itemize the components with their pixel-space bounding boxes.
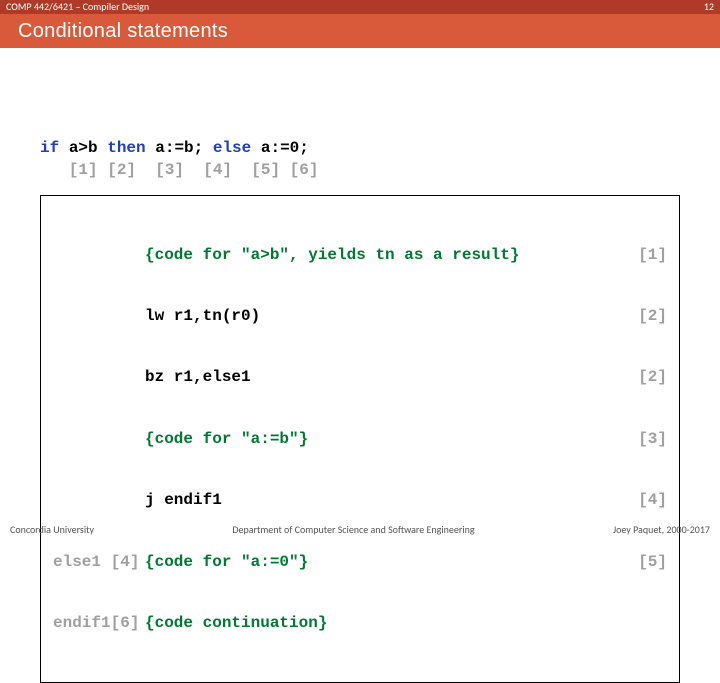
code-label bbox=[53, 306, 145, 326]
course-label: COMP 442/6421 – Compiler Design bbox=[6, 0, 149, 14]
stmt-then: a:=b; bbox=[155, 139, 213, 157]
code-row: else1 [4] {code for "a:=0"} [5] bbox=[53, 552, 667, 572]
kw-if: if bbox=[40, 139, 69, 157]
code-line: {code for "a:=0"} bbox=[145, 552, 627, 572]
code-label: endif1[6] bbox=[53, 613, 145, 633]
code-line: bz r1,else1 bbox=[145, 367, 627, 387]
code-label bbox=[53, 429, 145, 449]
code-ref: [1] bbox=[627, 245, 667, 265]
code-line: j endif1 bbox=[145, 490, 627, 510]
generated-code-box: {code for "a>b", yields tn as a result} … bbox=[40, 195, 680, 683]
code-line: {code for "a>b", yields tn as a result} bbox=[145, 245, 627, 265]
code-label: else1 [4] bbox=[53, 552, 145, 572]
code-ref bbox=[627, 613, 667, 633]
code-line: {code for "a:=b"} bbox=[145, 429, 627, 449]
slide-title: Conditional statements bbox=[18, 20, 228, 43]
expr-cond: a>b bbox=[69, 139, 107, 157]
kw-else: else bbox=[213, 139, 261, 157]
footer-center: Department of Computer Science and Softw… bbox=[232, 523, 474, 536]
code-ref: [2] bbox=[627, 306, 667, 326]
code-line: {code continuation} bbox=[145, 613, 627, 633]
code-row: {code for "a>b", yields tn as a result} … bbox=[53, 245, 667, 265]
code-label bbox=[53, 490, 145, 510]
code-ref: [2] bbox=[627, 367, 667, 387]
footer: Concordia University Department of Compu… bbox=[0, 523, 720, 536]
code-row: j endif1 [4] bbox=[53, 490, 667, 510]
stmt-else: a:=0; bbox=[261, 139, 309, 157]
code-line: lw r1,tn(r0) bbox=[145, 306, 627, 326]
code-row: lw r1,tn(r0) [2] bbox=[53, 306, 667, 326]
slide-title-bar: Conditional statements bbox=[0, 14, 720, 48]
source-statement: if a>b then a:=b; else a:=0; bbox=[40, 138, 680, 159]
footer-left: Concordia University bbox=[10, 523, 94, 536]
code-row: bz r1,else1 [2] bbox=[53, 367, 667, 387]
top-bar: COMP 442/6421 – Compiler Design 12 bbox=[0, 0, 720, 14]
code-ref: [5] bbox=[627, 552, 667, 572]
code-ref: [3] bbox=[627, 429, 667, 449]
code-row: {code for "a:=b"} [3] bbox=[53, 429, 667, 449]
code-row: endif1[6] {code continuation} bbox=[53, 613, 667, 633]
footer-right: Joey Paquet, 2000-2017 bbox=[613, 523, 710, 536]
code-label bbox=[53, 245, 145, 265]
code-ref: [4] bbox=[627, 490, 667, 510]
slide-content: if a>b then a:=b; else a:=0; [1] [2] [3]… bbox=[0, 48, 720, 683]
page-number: 12 bbox=[704, 0, 714, 14]
source-indices: [1] [2] [3] [4] [5] [6] bbox=[40, 160, 680, 181]
code-label bbox=[53, 367, 145, 387]
kw-then: then bbox=[107, 139, 155, 157]
